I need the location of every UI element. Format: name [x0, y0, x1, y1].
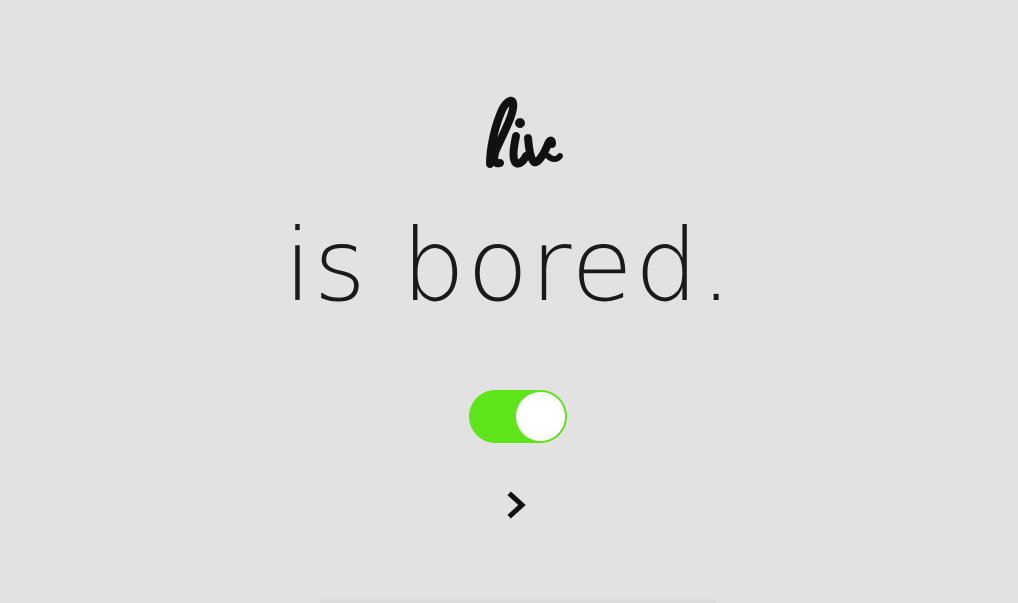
status-text: is bored.: [283, 207, 735, 324]
mood-toggle[interactable]: [469, 390, 567, 443]
toggle-knob: [516, 392, 565, 441]
chevron-right-icon: [507, 491, 526, 519]
bottom-edge: [320, 596, 716, 603]
next-button[interactable]: [505, 490, 531, 520]
liv-logo: [482, 92, 564, 170]
liv-logo-mark: [486, 96, 563, 168]
app-screen: is bored.: [0, 0, 1018, 603]
